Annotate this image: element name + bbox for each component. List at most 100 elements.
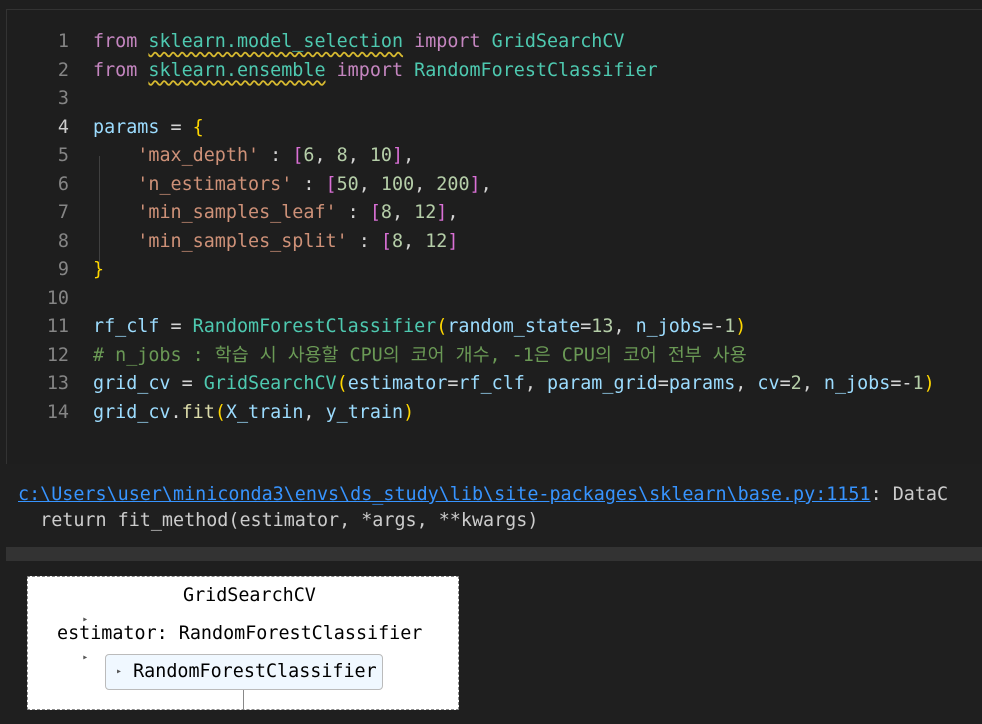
code-token: grid_cv (93, 373, 171, 394)
estimator-label[interactable]: estimator: RandomForestClassifier (57, 622, 422, 646)
traceback-code-line: return fit_method(estimator, *args, **kw… (18, 510, 539, 531)
code-token: 12 (425, 230, 448, 252)
code-token: 8 (380, 202, 392, 223)
code-line[interactable]: 4 params = { (7, 114, 204, 142)
code-token: ( (214, 401, 226, 423)
code-token: from (93, 31, 138, 52)
code-token: fit (181, 401, 215, 423)
code-line[interactable]: 11 rf_clf = RandomForestClassifier(random… (7, 313, 747, 341)
code-line[interactable]: 7 'min_samples_leaf' : [8, 12], (7, 199, 459, 227)
code-editor[interactable]: 1 from sklearn.model_selection import Gri… (6, 9, 982, 464)
gridsearch-label[interactable]: GridSearchCV (183, 584, 316, 608)
code-text: params = { (93, 114, 204, 142)
code-text: from sklearn.model_selection import Grid… (93, 28, 625, 56)
line-number: 3 (57, 88, 69, 109)
output-separator (6, 547, 982, 561)
code-token: 'max_depth' (137, 145, 260, 166)
code-text: 'max_depth' : [6, 8, 10], (93, 142, 414, 170)
code-token: 13 (591, 316, 614, 337)
code-line[interactable]: 6 'n_estimators' : [50, 100, 200], (7, 171, 492, 199)
line-number: 9 (57, 259, 69, 280)
code-token: ] (392, 145, 404, 166)
code-line[interactable]: 5 'max_depth' : [6, 8, 10], (7, 142, 414, 170)
code-token: , (613, 316, 636, 337)
code-line[interactable]: 13 grid_cv = GridSearchCV(estimator=rf_cl… (7, 370, 935, 398)
code-line[interactable]: 10 (7, 285, 69, 313)
code-token: = (657, 373, 669, 394)
code-line[interactable]: 8 'min_samples_split' : [8, 12] (7, 228, 459, 256)
code-token: RandomForestClassifier (414, 59, 658, 81)
code-token: 100 (380, 173, 415, 195)
expand-triangle-icon: ▸ (116, 666, 123, 677)
code-token: , (358, 173, 381, 195)
code-text: 'min_samples_leaf' : [8, 12], (93, 199, 458, 227)
line-number: 7 (57, 202, 69, 223)
code-token: ] (447, 230, 459, 252)
code-token: 6 (303, 145, 315, 166)
code-token: = (779, 373, 791, 394)
traceback-file-link[interactable]: c:\Users\user\miniconda3\envs\ds_study\l… (18, 484, 871, 505)
code-token: [ (380, 230, 392, 252)
code-text: grid_cv = GridSearchCV(estimator=rf_clf,… (93, 370, 935, 398)
code-token: , (480, 173, 492, 195)
code-token: param_grid (547, 373, 658, 394)
code-token: 'n_estimators' (137, 173, 293, 195)
line-number: 2 (57, 59, 69, 81)
code-text: rf_clf = RandomForestClassifier(random_s… (93, 313, 746, 341)
line-number: 8 (57, 230, 69, 252)
code-token: , (347, 145, 370, 166)
code-token: ( (436, 316, 448, 337)
code-token: 1 (912, 373, 924, 394)
line-number: 10 (46, 287, 69, 309)
code-token: 200 (436, 173, 470, 195)
code-token: y_train (325, 401, 404, 423)
code-token: 50 (336, 173, 359, 195)
line-number: 13 (46, 373, 69, 394)
code-token: # n_jobs : 학습 시 사용할 CPU의 코어 개수, -1은 CPU의… (93, 344, 747, 366)
code-token: 'min_samples_split' (137, 230, 348, 252)
code-text: # n_jobs : 학습 시 사용할 CPU의 코어 개수, -1은 CPU의… (93, 342, 747, 370)
code-token: GridSearchCV (203, 373, 337, 394)
code-token: ) (923, 373, 935, 394)
code-token: : (336, 202, 370, 223)
traceback-suffix: : DataC (870, 484, 949, 505)
code-token: = (159, 316, 193, 337)
code-token: = (580, 316, 592, 337)
expand-triangle-icon: ▸ (82, 652, 89, 663)
code-token: GridSearchCV (491, 31, 625, 52)
code-line[interactable]: 1 from sklearn.model_selection import Gri… (7, 28, 625, 56)
code-token: = (447, 373, 459, 394)
code-token: =- (890, 373, 913, 394)
code-text: from sklearn.ensemble import RandomFores… (93, 57, 658, 85)
code-token: =- (702, 316, 725, 337)
line-number: 1 (57, 31, 69, 52)
random-forest-box[interactable]: ▸ RandomForestClassifier (105, 654, 383, 690)
code-text: 'n_estimators' : [50, 100, 200], (93, 171, 492, 199)
code-token: random_state (447, 316, 581, 337)
traceback-line: c:\Users\user\miniconda3\envs\ds_study\l… (18, 481, 948, 509)
code-token: 8 (336, 145, 348, 166)
code-token: 2 (790, 373, 802, 394)
code-token: from (93, 59, 138, 81)
random-forest-label: RandomForestClassifier (133, 661, 377, 682)
code-line[interactable]: 9} (7, 256, 104, 284)
code-token: , (403, 230, 426, 252)
code-line[interactable]: 14 grid_cv.fit(X_train, y_train) (7, 399, 414, 427)
code-line[interactable]: 3 (7, 85, 69, 113)
code-line[interactable]: 12 # n_jobs : 학습 시 사용할 CPU의 코어 개수, -1은 CP… (7, 342, 747, 370)
line-number: 6 (57, 173, 69, 195)
code-line[interactable]: 2 from sklearn.ensemble import RandomFore… (7, 57, 658, 85)
code-token: RandomForestClassifier (192, 316, 437, 337)
code-token: , (303, 401, 326, 423)
code-token: 'min_samples_leaf' (137, 202, 337, 223)
code-token: { (192, 116, 204, 138)
code-token: import (414, 31, 481, 52)
code-token: 12 (414, 202, 437, 223)
line-number: 4 (57, 116, 69, 138)
